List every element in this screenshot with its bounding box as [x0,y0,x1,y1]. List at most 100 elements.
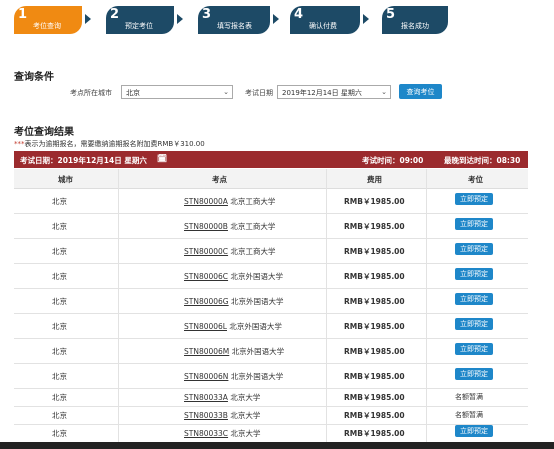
fee-cell: RMB￥1985.00 [344,197,405,206]
step-label: 填写报名表 [217,22,252,30]
seat-cell: 立即预定 [455,343,493,355]
fee-cell: RMB￥1985.00 [344,247,405,256]
step-1: 1 考位查询 [14,6,82,34]
col-city: 城市 [58,175,73,184]
test-center-code-link[interactable]: STN80006L [184,322,227,331]
step-arrow-icon [177,14,183,24]
step-number: 2 [110,7,120,22]
step-4: 4 确认付费 [290,6,360,34]
seat-cell: 立即预定 [455,243,493,255]
step-arrow-icon [85,14,91,24]
seat-cell: 立即预定 [455,193,493,205]
test-center-name: 北京工商大学 [230,247,276,256]
city-cell: 北京 [52,197,67,206]
book-now-button[interactable]: 立即预定 [455,293,493,305]
test-center-name: 北京外国语大学 [230,272,283,281]
book-now-button[interactable]: 立即预定 [455,193,493,205]
book-now-button[interactable]: 立即预定 [455,343,493,355]
table-header: 城市 考点 费用 考位 [14,169,528,189]
exam-info-header: 考试日期：2019年12月14日 星期六 🗓 考试时间：09:00 最晚到达时间… [14,151,528,168]
city-cell: 北京 [52,272,67,281]
search-button[interactable]: 查询考位 [399,84,442,99]
city-cell: 北京 [52,347,67,356]
test-center-cell: STN80000B 北京工商大学 [184,221,275,232]
city-cell: 北京 [52,411,67,420]
seat-full-status: 名额暂满 [455,393,483,401]
column-divider [426,169,427,442]
seat-cell: 立即预定 [455,425,493,437]
column-divider [326,169,327,442]
results-section-title: 考位查询结果 [14,127,74,138]
city-cell: 北京 [52,222,67,231]
note-text: 表示为逾期报名，需要缴纳逾期报名附加费RMB￥310.00 [24,140,205,148]
test-center-code-link[interactable]: STN80006G [184,297,229,306]
city-cell: 北京 [52,297,67,306]
step-2: 2 预定考位 [106,6,174,34]
search-section-title: 查询条件 [14,72,54,83]
calendar-icon: 🗓 [157,154,168,163]
fee-cell: RMB￥1985.00 [344,393,405,402]
test-center-cell: STN80000C 北京工商大学 [184,246,275,257]
step-label: 确认付费 [309,22,337,30]
test-center-code-link[interactable]: STN80033C [184,429,228,438]
step-label: 报名成功 [401,22,429,30]
test-center-code-link[interactable]: STN80006M [184,347,229,356]
seat-cell: 立即预定 [455,318,493,330]
city-select[interactable]: 北京 ⌄ [121,85,233,99]
table-row: 北京 STN80033A 北京大学 RMB￥1985.00 名额暂满 [14,388,528,407]
exam-time: 考试时间：09:00 [362,156,424,165]
test-center-cell: STN80006N 北京外国语大学 [184,371,283,382]
test-center-code-link[interactable]: STN80033A [184,393,228,402]
test-center-code-link[interactable]: STN80000C [184,247,228,256]
seat-cell: 名额暂满 [455,392,483,402]
step-number: 4 [294,7,304,22]
test-center-name: 北京外国语大学 [231,297,284,306]
table-row: 北京 STN80000A 北京工商大学 RMB￥1985.00 立即预定 [14,188,528,214]
step-number: 1 [18,7,28,22]
test-center-cell: STN80033B 北京大学 [184,410,260,421]
chevron-down-icon: ⌄ [223,88,229,96]
note-star: *** [14,140,25,148]
fee-cell: RMB￥1985.00 [344,372,405,381]
table-row: 北京 STN80033B 北京大学 RMB￥1985.00 名额暂满 [14,406,528,425]
bottom-scrollbar[interactable] [0,442,554,449]
step-number: 5 [386,7,396,22]
table-row: 北京 STN80000C 北京工商大学 RMB￥1985.00 立即预定 [14,238,528,264]
book-now-button[interactable]: 立即预定 [455,318,493,330]
book-now-button[interactable]: 立即预定 [455,268,493,280]
test-center-name: 北京外国语大学 [231,347,285,356]
step-arrow-icon [273,14,279,24]
table-row: 北京 STN80033C 北京大学 RMB￥1985.00 立即预定 [14,424,528,443]
column-divider [118,169,119,442]
col-fee: 费用 [367,175,382,184]
test-center-code-link[interactable]: STN80000A [184,197,228,206]
col-seat: 考位 [468,175,483,184]
test-center-name: 北京大学 [230,393,261,402]
table-row: 北京 STN80006N 北京外国语大学 RMB￥1985.00 立即预定 [14,363,528,389]
seat-cell: 立即预定 [455,218,493,230]
seat-cell: 立即预定 [455,368,493,380]
book-now-button[interactable]: 立即预定 [455,218,493,230]
city-cell: 北京 [52,247,67,256]
table-row: 北京 STN80000B 北京工商大学 RMB￥1985.00 立即预定 [14,213,528,239]
test-center-code-link[interactable]: STN80033B [184,411,228,420]
chevron-down-icon: ⌄ [381,88,387,96]
table-row: 北京 STN80006M 北京外国语大学 RMB￥1985.00 立即预定 [14,338,528,364]
book-now-button[interactable]: 立即预定 [455,243,493,255]
test-center-code-link[interactable]: STN80006N [184,372,228,381]
exam-date: 考试日期：2019年12月14日 星期六 [20,156,147,165]
test-center-cell: STN80033C 北京大学 [184,428,260,439]
city-select-value: 北京 [126,89,140,97]
city-cell: 北京 [52,429,67,438]
city-cell: 北京 [52,322,67,331]
book-now-button[interactable]: 立即预定 [455,368,493,380]
city-label: 考点所在城市 [70,89,112,97]
fee-cell: RMB￥1985.00 [344,429,405,438]
test-center-code-link[interactable]: STN80006C [184,272,228,281]
test-center-code-link[interactable]: STN80000B [184,222,228,231]
test-center-name: 北京大学 [230,429,261,438]
date-select[interactable]: 2019年12月14日 星期六 ⌄ [277,85,391,99]
city-cell: 北京 [52,393,67,402]
book-now-button[interactable]: 立即预定 [455,425,493,437]
step-arrow-icon [363,14,369,24]
